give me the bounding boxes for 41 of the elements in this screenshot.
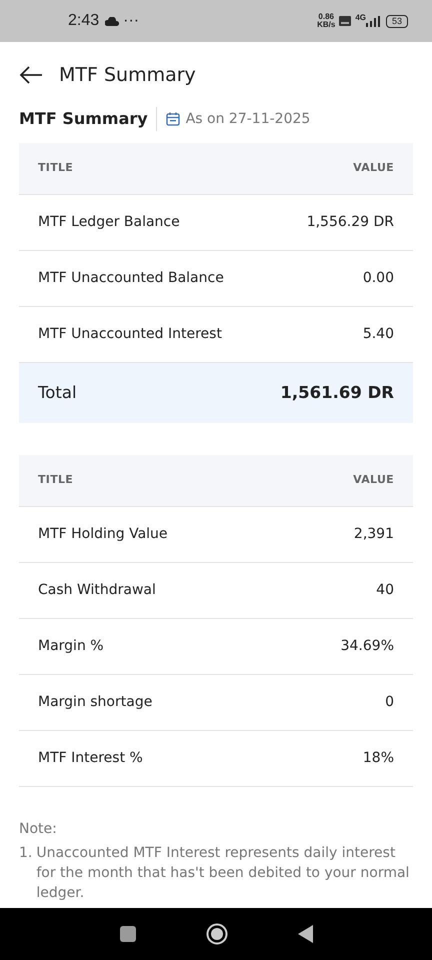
- more-text: ···: [123, 11, 140, 31]
- column-header: TITLE: [38, 160, 74, 176]
- row-value: 1,556.29 DR: [306, 213, 394, 232]
- section-title: MTF Summary: [19, 107, 157, 131]
- row-title: MTF Unaccounted Interest: [38, 325, 222, 344]
- note-label: Note:: [19, 820, 58, 839]
- home-icon[interactable]: [206, 923, 228, 945]
- back-arrow-icon[interactable]: [19, 66, 43, 84]
- note-text: Unaccounted MTF Interest represents daily interest for the month that has't been debited to your normal ledger.: [36, 844, 410, 903]
- calendar-icon: [166, 112, 180, 126]
- row-value: 40: [376, 581, 394, 600]
- row-value: 0.00: [362, 269, 394, 288]
- volte-icon: [339, 16, 352, 26]
- row-title: Margin shortage: [38, 693, 152, 712]
- column-header: VALUE: [353, 472, 394, 488]
- row-title: MTF Ledger Balance: [38, 213, 180, 232]
- row-title: MTF Unaccounted Balance: [38, 269, 224, 288]
- back-icon[interactable]: [298, 925, 312, 943]
- column-header: VALUE: [353, 160, 394, 176]
- speed-text: 0.86 KB/s: [317, 13, 336, 29]
- note-number: 1.: [19, 844, 32, 863]
- row-value: 34.69%: [340, 637, 394, 656]
- row-title: Margin %: [38, 637, 104, 656]
- row-value: 0: [385, 693, 394, 712]
- cloud-icon: [105, 16, 120, 26]
- row-title: Total: [38, 382, 77, 404]
- row-title: MTF Holding Value: [38, 525, 168, 544]
- row-title: MTF Interest %: [38, 749, 143, 768]
- signal-icon: [366, 16, 380, 26]
- page-title: MTF Summary: [59, 62, 196, 88]
- battery-text: 53: [386, 14, 408, 28]
- row-value: 2,391: [354, 525, 394, 544]
- row-value: 18%: [362, 749, 394, 768]
- row-title: Cash Withdrawal: [38, 581, 156, 600]
- row-value: 1,561.69 DR: [280, 382, 394, 404]
- date-text: As on 27-11-2025: [186, 110, 310, 128]
- column-header: TITLE: [38, 472, 74, 488]
- recent-apps-icon[interactable]: [120, 926, 136, 942]
- time-text: 2:43: [68, 11, 100, 31]
- row-value: 5.40: [362, 325, 394, 344]
- network-text: 4G: [355, 14, 366, 22]
